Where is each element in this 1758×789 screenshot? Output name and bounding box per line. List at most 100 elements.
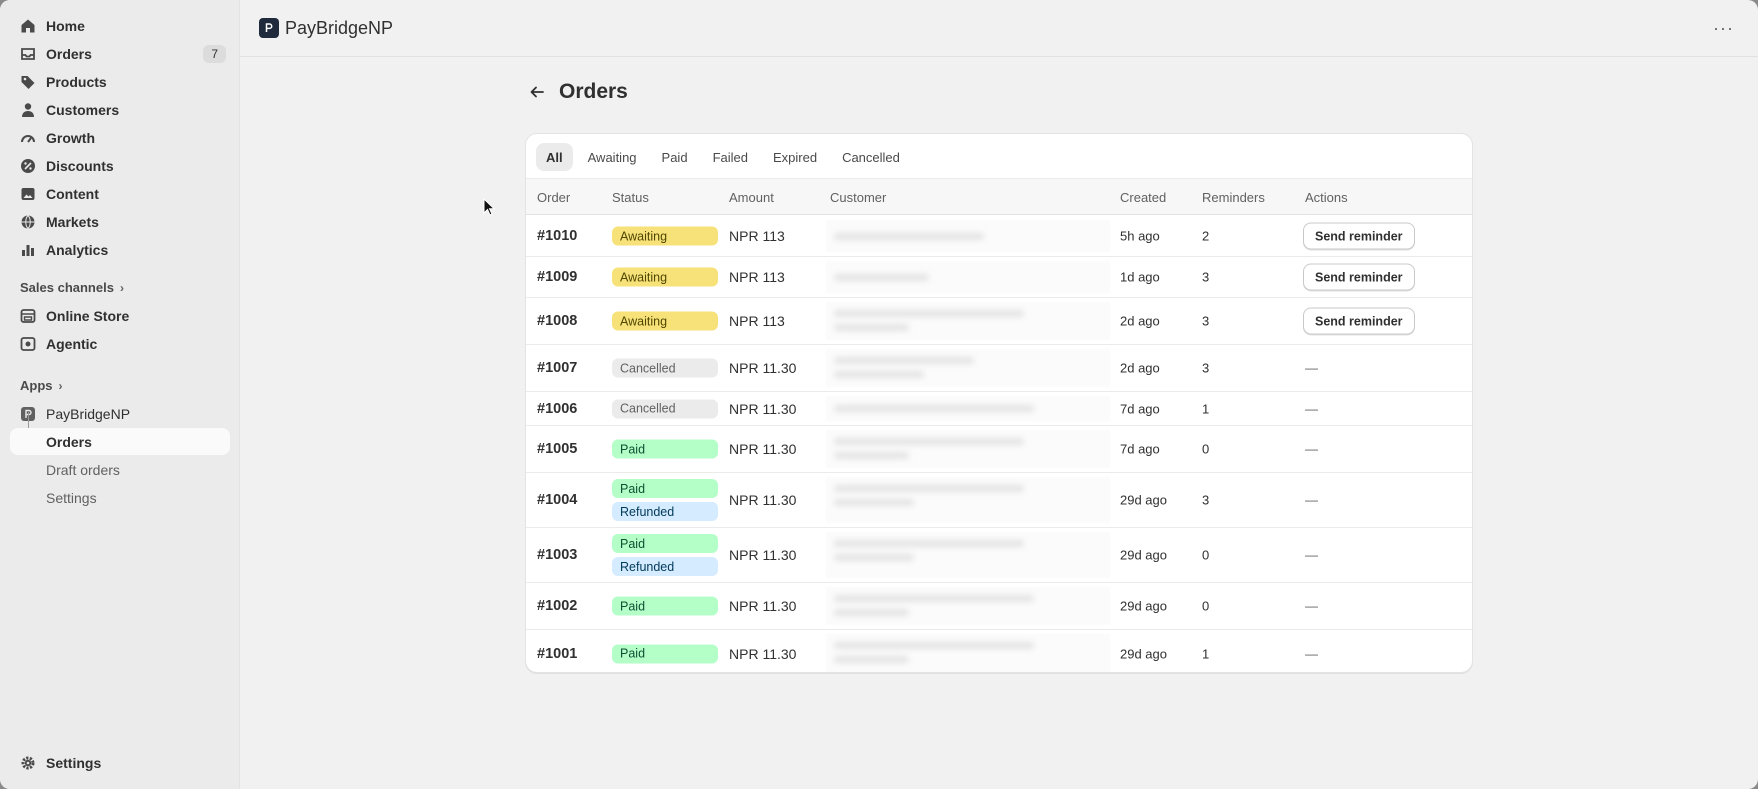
table-row[interactable]: #1006 Cancelled NPR 11.30 7d ago 1 — (526, 392, 1472, 426)
tab-paid[interactable]: Paid (652, 143, 698, 171)
page-header: Orders (529, 80, 628, 104)
app-window: Home Orders 7 Products Customers Growth … (0, 0, 1758, 789)
status-badge: Refunded (612, 502, 718, 521)
status-badges: Cancelled (612, 399, 718, 418)
send-reminder-button[interactable]: Send reminder (1303, 222, 1415, 250)
redaction-blur (834, 438, 1024, 445)
table-row[interactable]: #1001 Paid NPR 11.30 29d ago 1 — (526, 630, 1472, 672)
sidebar-item-customers[interactable]: Customers (10, 96, 230, 123)
sidebar-subitem-settings[interactable]: Settings (10, 484, 230, 511)
customer-redacted (826, 634, 1110, 672)
apps-heading[interactable]: Apps › (20, 378, 63, 393)
sidebar-item-home[interactable]: Home (10, 12, 230, 39)
sidebar-item-growth[interactable]: Growth (10, 124, 230, 151)
sidebar-subitem-orders[interactable]: Orders (10, 428, 230, 455)
tab-cancelled[interactable]: Cancelled (832, 143, 910, 171)
orders-count-badge: 7 (203, 44, 226, 63)
sidebar-item-label: Markets (46, 213, 99, 230)
sidebar-item-orders[interactable]: Orders 7 (10, 40, 230, 67)
order-created: 7d ago (1120, 441, 1160, 457)
sidebar-item-agentic[interactable]: Agentic (10, 330, 230, 357)
redaction-blur (834, 357, 974, 364)
send-reminder-button[interactable]: Send reminder (1303, 263, 1415, 291)
tab-all[interactable]: All (536, 143, 573, 171)
table-row[interactable]: #1002 Paid NPR 11.30 29d ago 0 — (526, 583, 1472, 630)
back-arrow-icon[interactable] (529, 82, 549, 102)
order-amount: NPR 11.30 (729, 400, 797, 417)
customer-redacted (826, 532, 1110, 578)
table-row[interactable]: #1005 Paid NPR 11.30 7d ago 0 — (526, 426, 1472, 473)
sidebar-item-markets[interactable]: Markets (10, 208, 230, 235)
order-id[interactable]: #1007 (537, 360, 577, 376)
orders-icon (20, 46, 36, 62)
order-created: 29d ago (1120, 598, 1167, 614)
sidebar-item-label: PayBridgeNP (46, 405, 131, 422)
sidebar-item-label: Orders (46, 433, 92, 450)
table-row[interactable]: #1004 Paid Refunded NPR 11.30 29d ago 3 — (526, 473, 1472, 528)
redaction-blur (834, 405, 1034, 412)
reminder-count: 1 (1202, 646, 1210, 661)
column-header-customer[interactable]: Customer (830, 190, 886, 205)
sidebar-item-settings[interactable]: Settings (10, 749, 230, 776)
customer-redacted (826, 220, 1110, 252)
agent-icon (20, 336, 36, 352)
table-row[interactable]: #1010 Awaiting NPR 113 5h ago 2 Send reminder (526, 216, 1472, 257)
tab-awaiting[interactable]: Awaiting (578, 143, 647, 171)
tab-expired[interactable]: Expired (763, 143, 827, 171)
order-id[interactable]: #1010 (537, 228, 577, 244)
column-header-reminders[interactable]: Reminders (1202, 190, 1265, 205)
redaction-blur (834, 499, 914, 506)
tab-failed[interactable]: Failed (703, 143, 758, 171)
no-action-dash: — (1305, 598, 1318, 614)
order-id[interactable]: #1009 (537, 269, 577, 285)
page-title: Orders (559, 80, 628, 103)
order-id[interactable]: #1005 (537, 441, 577, 457)
order-id[interactable]: #1002 (537, 598, 577, 614)
chevron-right-icon: › (119, 280, 124, 295)
order-id[interactable]: #1001 (537, 646, 577, 662)
order-id[interactable]: #1006 (537, 401, 577, 417)
sidebar-item-label: Settings (46, 754, 102, 771)
column-header-status[interactable]: Status (612, 190, 649, 205)
mouse-cursor-icon (483, 198, 495, 216)
order-amount: NPR 11.30 (729, 645, 797, 662)
table-row[interactable]: #1007 Cancelled NPR 11.30 2d ago 3 — (526, 345, 1472, 392)
table-row[interactable]: #1008 Awaiting NPR 113 2d ago 3 Send reminder (526, 298, 1472, 345)
more-actions-icon[interactable]: ··· (1713, 18, 1734, 39)
redaction-blur (834, 642, 1034, 649)
order-id[interactable]: #1004 (537, 492, 577, 508)
redaction-blur (834, 554, 914, 561)
redaction-blur (834, 324, 909, 331)
customer-redacted (826, 261, 1110, 293)
order-id[interactable]: #1008 (537, 313, 577, 329)
sidebar-item-paybridgenp[interactable]: PayBridgeNP (10, 400, 230, 427)
sidebar-item-products[interactable]: Products (10, 68, 230, 95)
send-reminder-button[interactable]: Send reminder (1303, 307, 1415, 335)
sales-channels-heading[interactable]: Sales channels › (20, 280, 124, 295)
person-icon (20, 102, 36, 118)
sidebar-item-label: Analytics (46, 241, 109, 258)
column-header-created[interactable]: Created (1120, 190, 1166, 205)
order-amount: NPR 11.30 (729, 598, 797, 614)
table-row[interactable]: #1009 Awaiting NPR 113 1d ago 3 Send reminder (526, 257, 1472, 298)
sidebar-item-content[interactable]: Content (10, 180, 230, 207)
redaction-blur (834, 485, 1024, 492)
order-created: 5h ago (1120, 228, 1160, 244)
status-badge: Paid (612, 644, 718, 663)
sidebar-subitem-draft-orders[interactable]: Draft orders (10, 456, 230, 483)
sidebar-item-analytics[interactable]: Analytics (10, 236, 230, 263)
reminder-count: 3 (1202, 360, 1210, 376)
bar-chart-icon (20, 242, 36, 258)
sidebar-item-discounts[interactable]: Discounts (10, 152, 230, 179)
order-amount: NPR 11.30 (729, 441, 797, 457)
app-header: PayBridgeNP ··· (240, 0, 1758, 57)
order-amount: NPR 11.30 (729, 492, 797, 508)
column-header-order[interactable]: Order (537, 190, 570, 205)
order-created: 7d ago (1120, 401, 1160, 416)
status-badges: Paid Refunded (612, 534, 718, 576)
sidebar-item-online-store[interactable]: Online Store (10, 302, 230, 329)
column-header-amount[interactable]: Amount (729, 190, 774, 205)
order-created: 29d ago (1120, 547, 1167, 563)
order-id[interactable]: #1003 (537, 547, 577, 563)
table-row[interactable]: #1003 Paid Refunded NPR 11.30 29d ago 0 — (526, 528, 1472, 583)
